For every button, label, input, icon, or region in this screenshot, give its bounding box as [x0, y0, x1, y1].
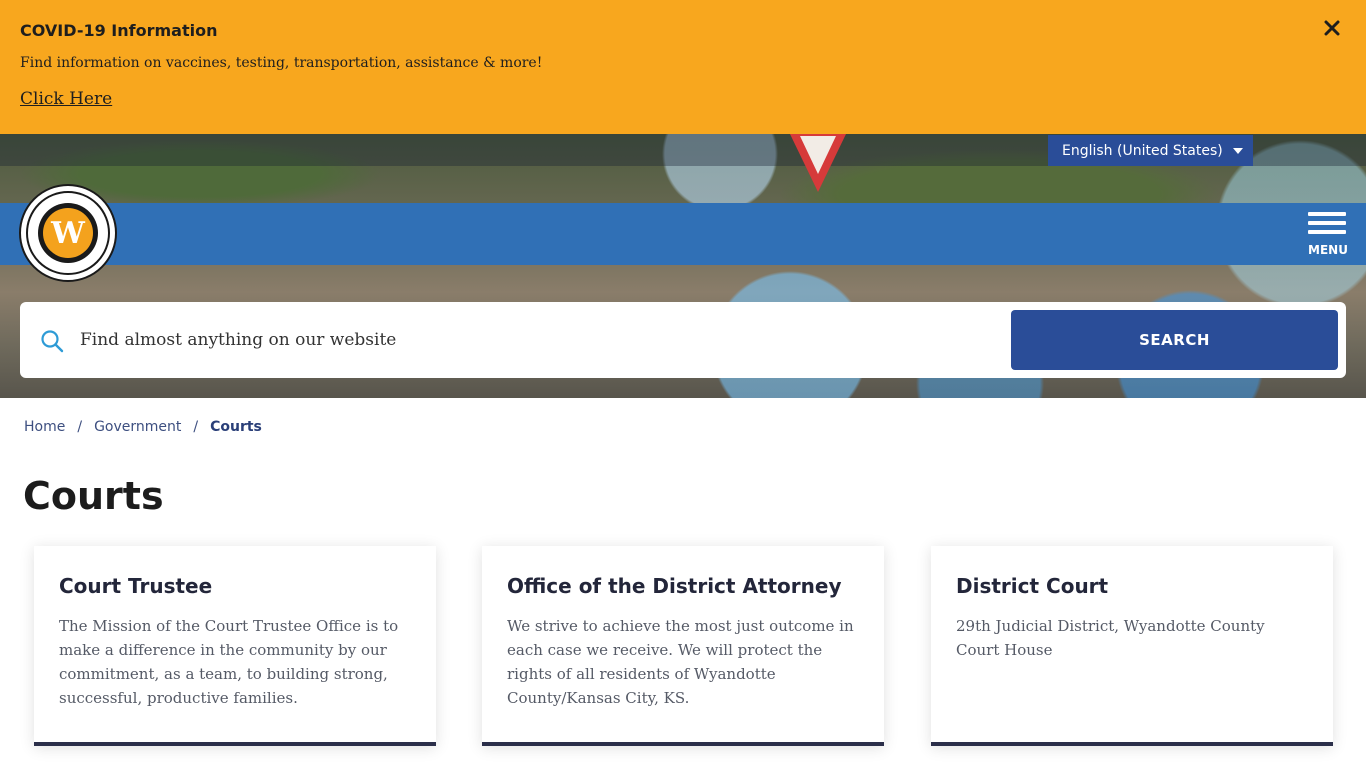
- alert-click-here-link[interactable]: Click Here: [20, 89, 112, 109]
- card-title: Office of the District Attorney: [507, 574, 842, 598]
- card-title: District Court: [956, 574, 1109, 598]
- breadcrumb-government[interactable]: Government: [94, 419, 181, 435]
- language-select-value: English (United States): [1062, 142, 1223, 159]
- covid-alert-banner: COVID-19 Information Find information on…: [0, 0, 1366, 134]
- close-icon[interactable]: [1318, 14, 1346, 42]
- breadcrumb-current: Courts: [210, 419, 262, 435]
- search-icon: [40, 329, 64, 353]
- search-input[interactable]: [80, 320, 1000, 360]
- card-court-trustee[interactable]: Court Trustee The Mission of the Court T…: [34, 546, 436, 746]
- site-search: SEARCH: [20, 302, 1346, 378]
- breadcrumb-home[interactable]: Home: [24, 419, 65, 435]
- card-description: The Mission of the Court Trustee Office …: [59, 617, 399, 707]
- hamburger-icon: [1308, 212, 1346, 216]
- chevron-down-icon: [1233, 148, 1243, 154]
- hero-banner: English (United States) W MENU SEARCH: [0, 134, 1366, 398]
- menu-label: MENU: [1308, 243, 1348, 257]
- card-district-attorney[interactable]: Office of the District Attorney We striv…: [482, 546, 884, 746]
- alert-text: Find information on vaccines, testing, t…: [20, 55, 543, 71]
- alert-title: COVID-19 Information: [20, 21, 218, 40]
- breadcrumb-separator: /: [77, 419, 83, 435]
- card-title: Court Trustee: [59, 574, 213, 598]
- search-button[interactable]: SEARCH: [1011, 310, 1338, 370]
- card-description: We strive to achieve the most just outco…: [507, 617, 854, 707]
- menu-button[interactable]: MENU: [1302, 212, 1354, 260]
- card-description: 29th Judicial District, Wyandotte County…: [956, 617, 1265, 659]
- main-nav-bar: [0, 203, 1366, 265]
- card-district-court[interactable]: District Court 29th Judicial District, W…: [931, 546, 1333, 746]
- logo-emblem: W: [43, 208, 93, 258]
- breadcrumb-separator: /: [193, 419, 199, 435]
- unified-government-logo[interactable]: W: [19, 184, 117, 282]
- page-title: Courts: [23, 474, 164, 518]
- hero-background-sign-inner: [800, 136, 836, 174]
- language-select[interactable]: English (United States): [1048, 135, 1253, 166]
- breadcrumb: Home / Government / Courts: [24, 419, 262, 435]
- hamburger-icon-line: [1308, 230, 1346, 234]
- hamburger-icon-line: [1308, 221, 1346, 225]
